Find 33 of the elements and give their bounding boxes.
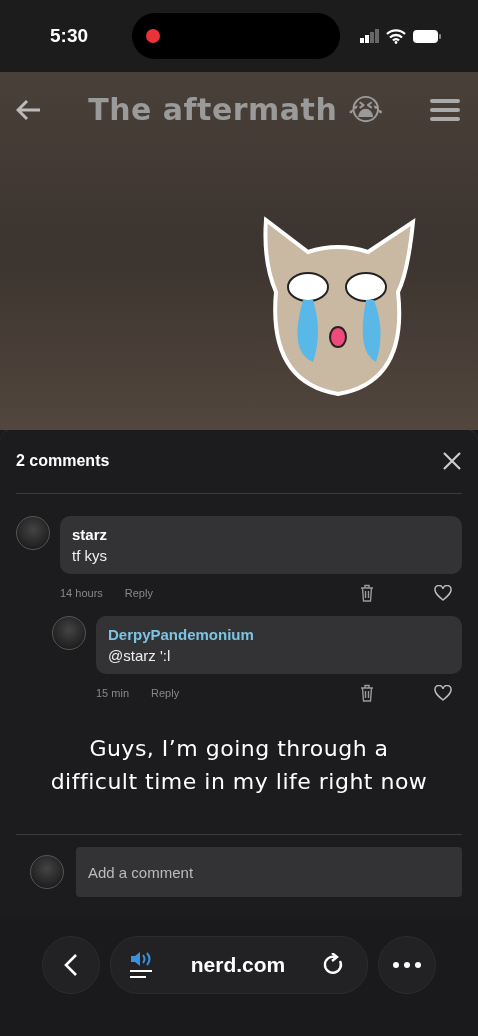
comment-time: 14 hours <box>60 587 103 599</box>
heart-icon[interactable] <box>434 685 452 701</box>
comment-author[interactable]: starz <box>72 526 450 543</box>
heart-icon[interactable] <box>434 585 452 601</box>
domain-text: nerd.com <box>190 953 286 977</box>
battery-icon <box>412 28 442 44</box>
more-icon <box>393 962 421 968</box>
comment-text: tf kys <box>72 547 108 564</box>
reply-link[interactable]: Reply <box>151 687 180 699</box>
user-avatar <box>30 855 64 889</box>
user-avatar <box>16 516 50 550</box>
speaker-icon[interactable] <box>129 951 153 979</box>
comment-input-field[interactable]: Add a comment <box>76 847 462 897</box>
back-arrow-icon[interactable] <box>16 98 42 121</box>
comment-author[interactable]: DerpyPandemonium <box>108 626 450 643</box>
trash-icon[interactable] <box>360 684 374 702</box>
caption-text: Guys, I’m going through a <box>88 735 390 763</box>
close-icon[interactable] <box>442 451 462 471</box>
caption-text: difficult time in my life right now <box>49 768 429 796</box>
comments-count-heading: 2 comments <box>16 452 110 470</box>
reply-link[interactable]: Reply <box>124 587 153 599</box>
post-title: The aftermath 😭 <box>87 92 385 127</box>
menu-icon[interactable] <box>430 97 460 122</box>
comment-time: 15 min <box>96 687 130 699</box>
address-bar[interactable]: nerd.com <box>110 936 368 994</box>
chevron-left-icon <box>64 953 78 977</box>
user-avatar <box>52 616 86 650</box>
wifi-icon <box>386 28 406 44</box>
reload-icon[interactable] <box>323 953 345 977</box>
clock-time: 5:30 <box>50 25 90 47</box>
signal-icon <box>360 29 380 43</box>
trash-icon[interactable] <box>360 584 374 602</box>
comment-text: @starz ':l <box>108 647 172 664</box>
